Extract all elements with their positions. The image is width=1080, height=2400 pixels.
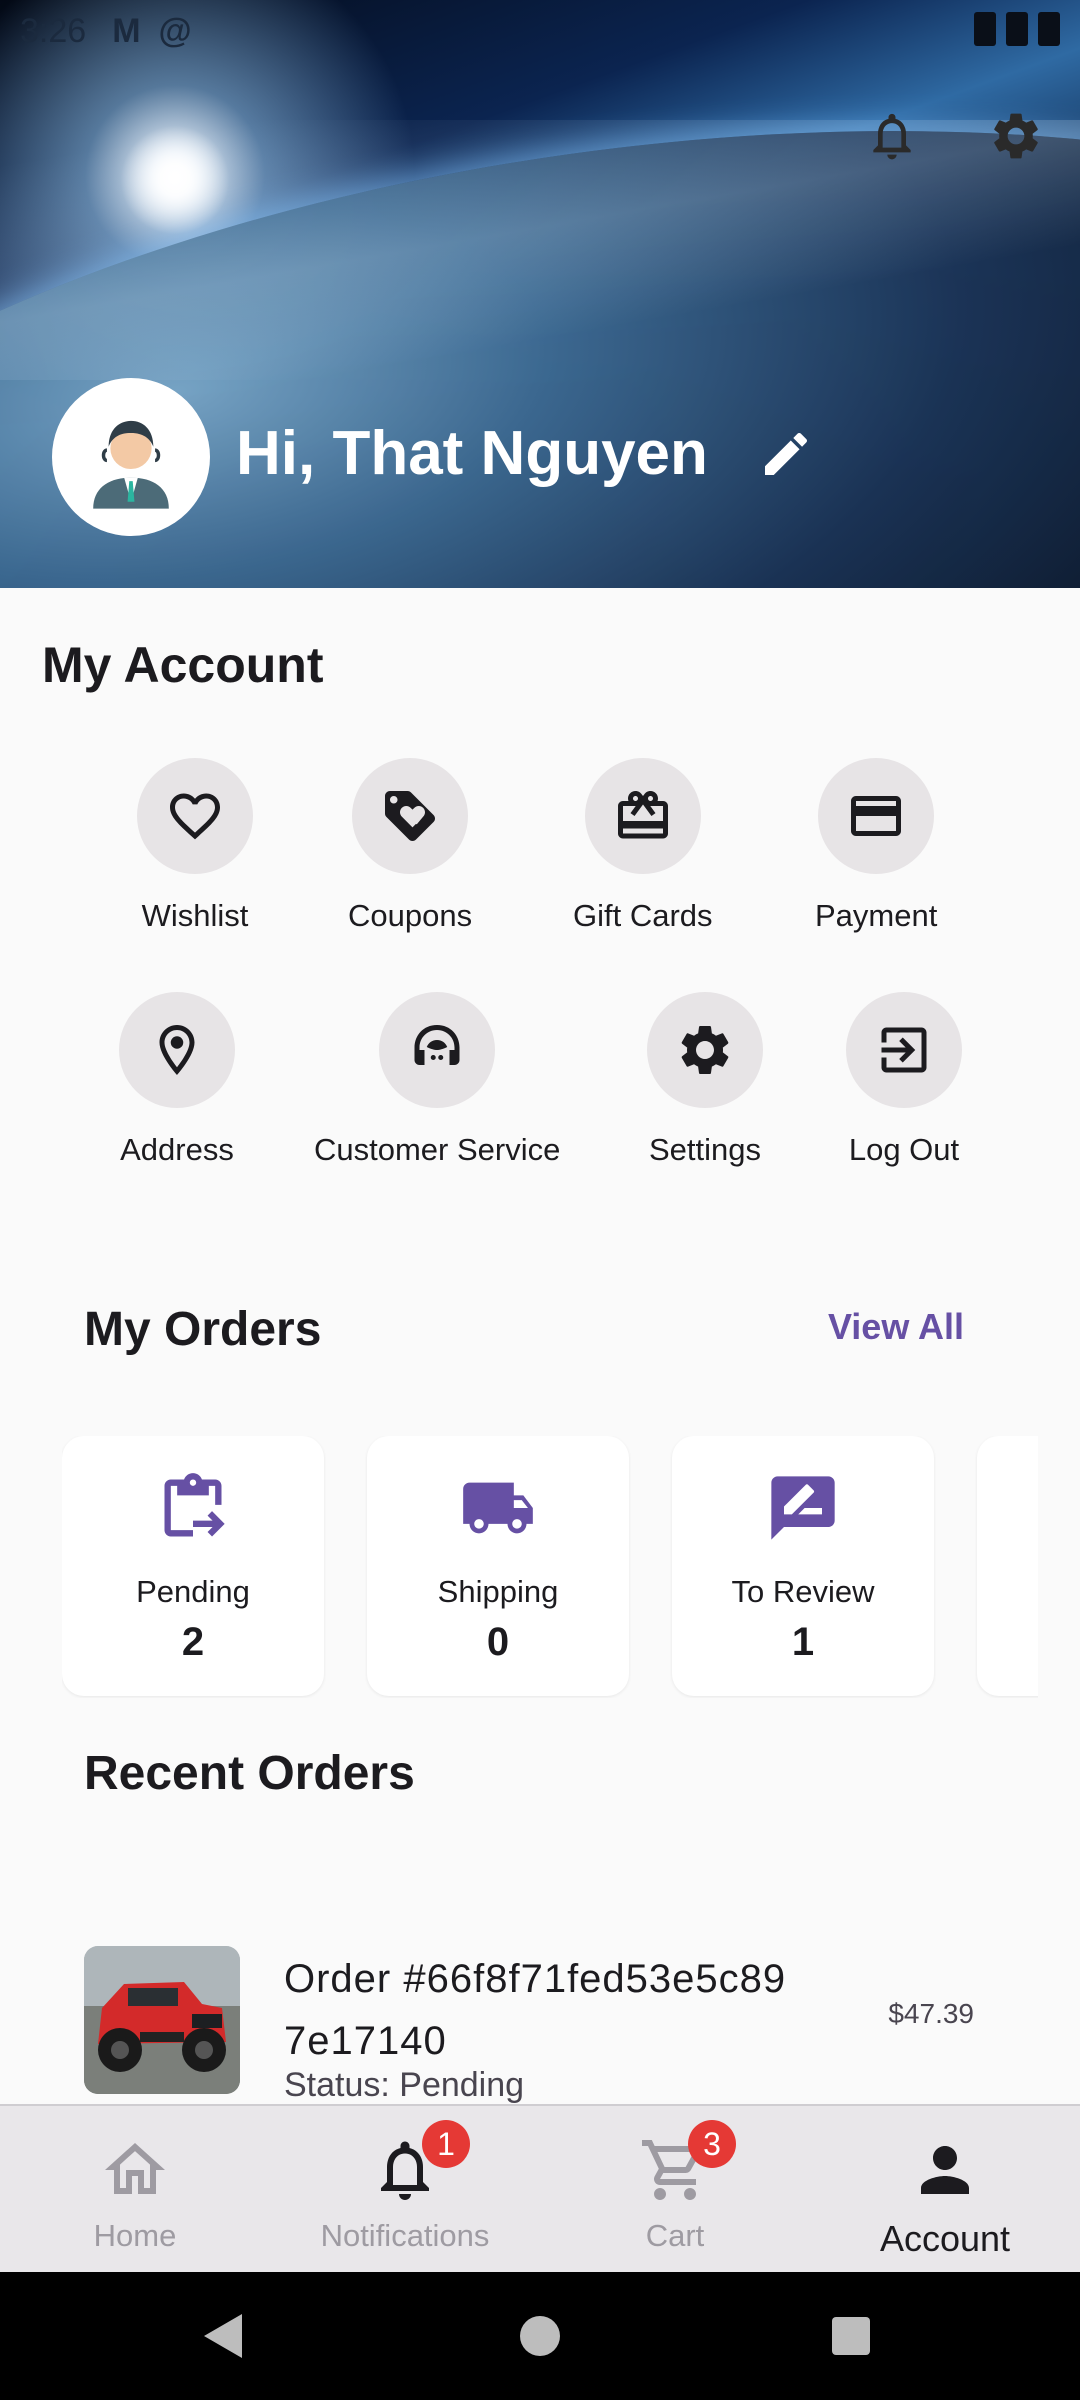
pencil-icon	[765, 432, 808, 475]
order-card-shipping[interactable]: Shipping 0	[367, 1436, 629, 1696]
order-status: Status: Pending	[284, 2066, 525, 2104]
view-all-link[interactable]: View All	[828, 1306, 964, 1348]
nav-notifications[interactable]: 1 Notifications	[270, 2106, 540, 2272]
clipboard-arrow-icon	[164, 1473, 225, 1537]
account-item-label: Coupons	[348, 898, 473, 933]
account-item-label: Gift Cards	[573, 898, 713, 933]
bell-icon	[873, 113, 911, 160]
order-card-label: To Review	[731, 1574, 875, 1609]
status-bar: 3:26 M @	[0, 0, 1080, 62]
order-price: $47.39	[888, 1998, 974, 2029]
greeting-title: Hi, That Nguyen	[236, 419, 708, 488]
account-item-payment[interactable]: Payment	[815, 758, 937, 934]
recent-orders-title: Recent Orders	[84, 1747, 415, 1800]
nav-home[interactable]: Home	[0, 2106, 270, 2272]
order-card-label: Pending	[136, 1574, 250, 1609]
my-orders-title: My Orders	[84, 1303, 322, 1356]
nav-label: Notifications	[320, 2218, 490, 2253]
account-item-address[interactable]: Address	[119, 992, 235, 1168]
tag-icon	[385, 791, 436, 841]
my-account-title: My Account	[42, 637, 324, 693]
order-card-count: 0	[486, 1620, 510, 1664]
account-item-wishlist[interactable]: Wishlist	[137, 758, 253, 934]
account-item-logout[interactable]: Log Out	[846, 992, 962, 1168]
wifi-icon	[974, 12, 996, 46]
location-pin-icon	[159, 1025, 195, 1075]
order-card-count: 1	[791, 1620, 815, 1664]
at-sign-icon: @	[158, 11, 192, 50]
account-item-label: Address	[120, 1132, 234, 1167]
home-icon	[105, 2143, 165, 2194]
order-title: Order #66f8f71fed53e5c89 7e17140	[284, 1957, 787, 2063]
credit-card-icon	[851, 796, 902, 836]
account-item-settings[interactable]: Settings	[647, 992, 763, 1168]
bottom-navigation: Home 1 Notifications 3 Cart Account	[0, 2104, 1080, 2272]
toy-jeep-image	[84, 1946, 240, 2094]
notification-badge: 1	[422, 2120, 470, 2168]
notifications-button[interactable]	[856, 100, 928, 172]
logout-icon	[881, 1027, 927, 1073]
nav-label: Cart	[645, 2218, 705, 2253]
battery-icon	[1038, 12, 1060, 46]
gear-icon	[994, 113, 1038, 159]
recent-order-row[interactable]: Order #66f8f71fed53e5c89 7e17140 Status:…	[84, 1946, 984, 2106]
account-item-gift-cards[interactable]: Gift Cards	[573, 758, 713, 934]
nav-cart[interactable]: 3 Cart	[540, 2106, 810, 2272]
order-card-partial[interactable]	[977, 1436, 1038, 1696]
signal-icon	[1006, 12, 1028, 46]
home-circle-icon[interactable]	[520, 2316, 560, 2356]
person-icon	[921, 2146, 969, 2194]
account-item-customer-service[interactable]: Customer Service	[314, 992, 560, 1168]
nav-label: Home	[93, 2218, 177, 2253]
account-item-label: Log Out	[848, 1132, 960, 1167]
truck-icon	[463, 1482, 533, 1534]
cart-badge: 3	[688, 2120, 736, 2168]
status-time: 3:26	[20, 11, 87, 50]
order-card-to-review[interactable]: To Review 1	[672, 1436, 934, 1696]
settings-button[interactable]	[980, 100, 1052, 172]
account-item-coupons[interactable]: Coupons	[348, 758, 472, 934]
nav-label: Account	[879, 2218, 1011, 2259]
account-item-label: Wishlist	[141, 898, 249, 933]
nav-account[interactable]: Account	[810, 2106, 1080, 2272]
order-card-count: 2	[181, 1620, 205, 1664]
order-card-label: Shipping	[437, 1574, 559, 1609]
account-item-label: Customer Service	[314, 1132, 561, 1167]
back-icon[interactable]	[204, 2314, 242, 2358]
avatar[interactable]	[52, 378, 210, 536]
account-item-label: Settings	[648, 1132, 761, 1167]
recents-icon[interactable]	[832, 2317, 870, 2355]
gmail-icon: M	[112, 11, 141, 50]
order-card-pending[interactable]: Pending 2	[62, 1436, 324, 1696]
order-product-image	[84, 1946, 240, 2094]
order-status-carousel[interactable]: Pending 2 Shipping 0 To Review 1	[62, 1436, 1038, 1698]
rate-review-icon	[771, 1476, 835, 1540]
system-navigation-bar	[0, 2272, 1080, 2400]
profile-header: 3:26 M @ Hi, That Nguyen	[0, 0, 1080, 588]
edit-profile-button[interactable]	[752, 420, 820, 488]
gift-card-icon	[617, 791, 668, 839]
account-item-label: Payment	[815, 898, 938, 933]
user-avatar-icon	[93, 420, 169, 509]
heart-icon	[170, 793, 220, 840]
gear-icon	[681, 1026, 729, 1074]
headset-icon	[414, 1025, 460, 1065]
